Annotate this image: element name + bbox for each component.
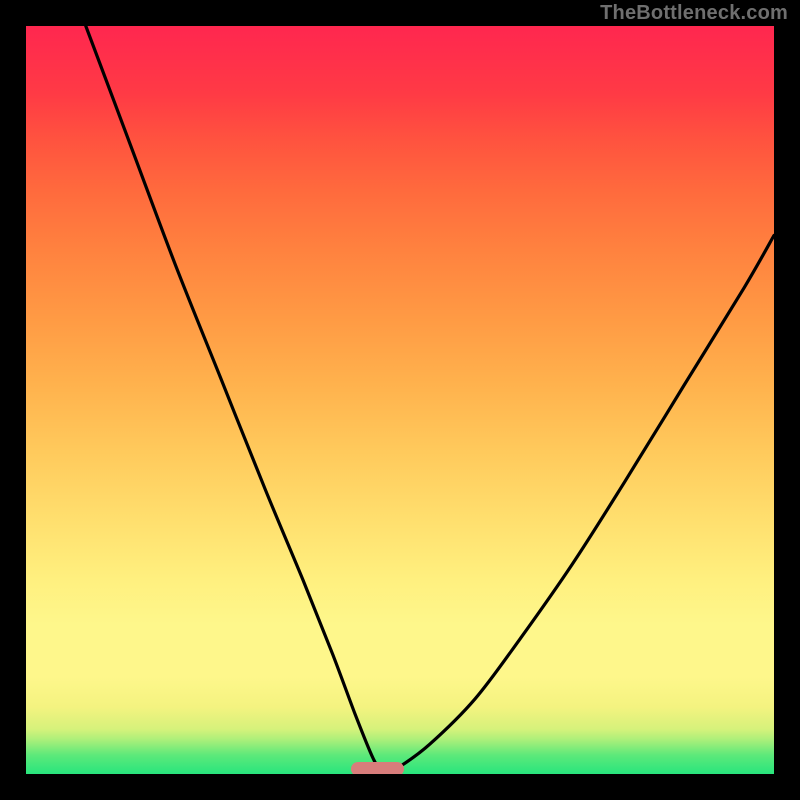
- plot-area: [26, 26, 774, 774]
- trough-marker: [351, 762, 403, 774]
- chart-frame: TheBottleneck.com: [0, 0, 800, 800]
- curve-path: [86, 26, 774, 774]
- watermark-text: TheBottleneck.com: [600, 2, 788, 25]
- bottleneck-curve: [26, 26, 774, 774]
